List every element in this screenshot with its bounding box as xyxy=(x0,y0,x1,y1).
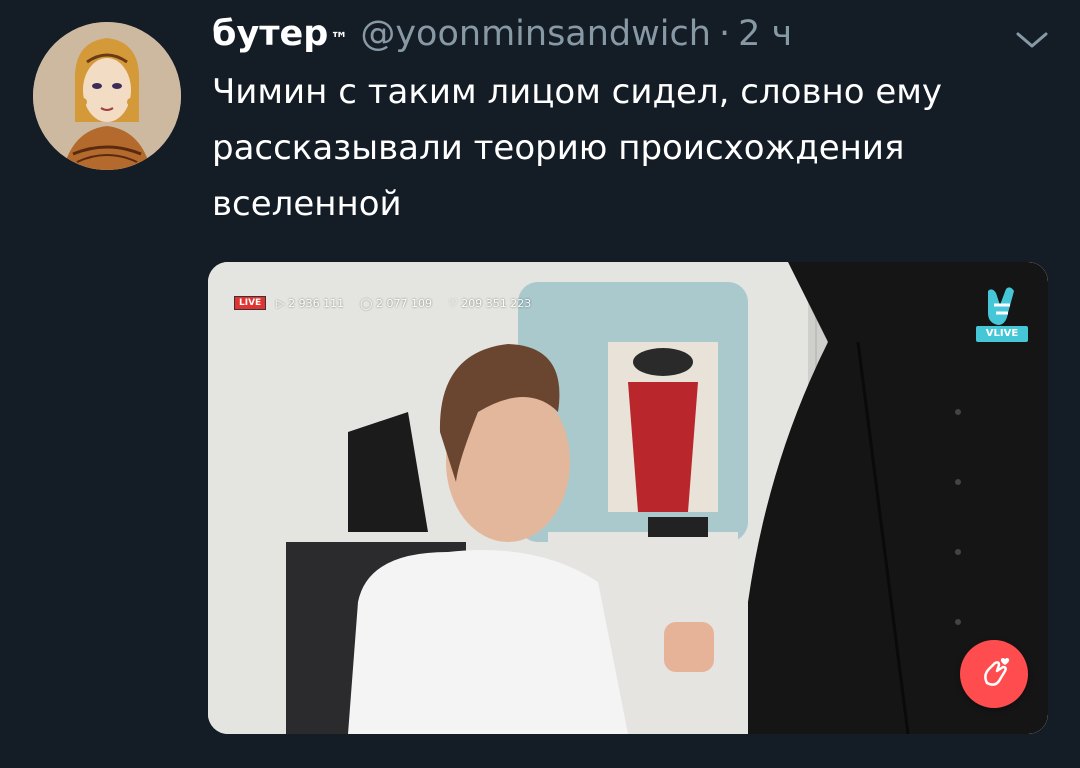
view-count: ▷ 2 936 111 xyxy=(276,296,345,310)
tweet: бутер ™ @yoonminsandwich · 2 ч Чимин с та… xyxy=(0,0,1080,768)
live-stats-overlay: LIVE ▷ 2 936 111 ◯ 2 077 109 ♡ 209 351 2… xyxy=(234,296,547,310)
finger-heart-icon xyxy=(984,658,1010,686)
avatar[interactable] xyxy=(33,22,181,170)
heart-count: ♡ 209 351 223 xyxy=(447,296,532,310)
chevron-down-icon xyxy=(1016,32,1048,48)
vlive-label: VLIVE xyxy=(976,326,1028,342)
avatar-illustration xyxy=(33,22,181,170)
video-frame xyxy=(208,262,1048,734)
finger-heart-button[interactable] xyxy=(960,640,1028,708)
timestamp[interactable]: 2 ч xyxy=(738,14,792,54)
tweet-media-image[interactable]: LIVE ▷ 2 936 111 ◯ 2 077 109 ♡ 209 351 2… xyxy=(208,262,1048,734)
display-name[interactable]: бутер xyxy=(212,14,328,54)
tweet-header: бутер ™ @yoonminsandwich · 2 ч xyxy=(212,14,792,66)
tweet-menu-button[interactable] xyxy=(1010,24,1054,56)
live-badge: LIVE xyxy=(234,296,267,310)
trademark-mark: ™ xyxy=(330,29,349,50)
user-handle[interactable]: @yoonminsandwich xyxy=(360,14,711,54)
tweet-text: Чимин с таким лицом сидел, словно ему ра… xyxy=(212,72,943,224)
separator: · xyxy=(718,14,731,54)
comment-count: ◯ 2 077 109 xyxy=(360,296,432,310)
